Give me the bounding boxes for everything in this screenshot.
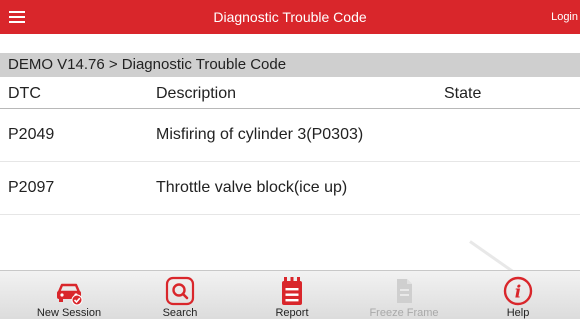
new-session-label: New Session — [36, 307, 102, 319]
freeze-frame-label: Freeze Frame — [369, 307, 439, 319]
breadcrumb: DEMO V14.76 > Diagnostic Trouble Code — [0, 53, 580, 77]
report-icon — [282, 277, 302, 305]
column-header-state: State — [444, 85, 482, 102]
car-check-icon — [57, 283, 83, 306]
dtc-code: P2097 — [8, 179, 55, 196]
table-row[interactable]: P2097 Throttle valve block(ice up) — [0, 162, 580, 214]
dtc-code: P2049 — [8, 126, 55, 143]
freeze-frame-icon — [397, 279, 412, 303]
search-button[interactable]: Search — [135, 271, 225, 319]
dtc-description: Throttle valve block(ice up) — [156, 179, 348, 196]
row-divider — [0, 214, 580, 215]
column-header-description: Description — [156, 85, 237, 102]
freeze-frame-button[interactable]: Freeze Frame — [359, 271, 449, 319]
dtc-description: Misfiring of cylinder 3(P0303) — [156, 126, 364, 143]
help-button[interactable]: i Help — [473, 271, 563, 319]
title-bar: Diagnostic Trouble Code Login — [0, 0, 580, 34]
table-row[interactable]: P2049 Misfiring of cylinder 3(P0303) — [0, 109, 580, 161]
bottom-toolbar: New Session Search Report Freeze Frame i… — [0, 270, 580, 319]
login-button[interactable]: Login — [551, 0, 578, 34]
menu-icon[interactable] — [0, 0, 34, 34]
report-label: Report — [275, 307, 309, 319]
page-title: Diagnostic Trouble Code — [213, 9, 367, 25]
new-session-button[interactable]: New Session — [24, 271, 114, 319]
report-button[interactable]: Report — [247, 271, 337, 319]
help-icon: i — [503, 276, 533, 306]
table-header: DTC Description State — [0, 82, 580, 106]
search-label: Search — [162, 307, 198, 319]
help-label: Help — [506, 307, 530, 319]
search-icon — [165, 276, 195, 306]
svg-text:i: i — [515, 283, 521, 303]
column-header-dtc: DTC — [8, 85, 41, 102]
